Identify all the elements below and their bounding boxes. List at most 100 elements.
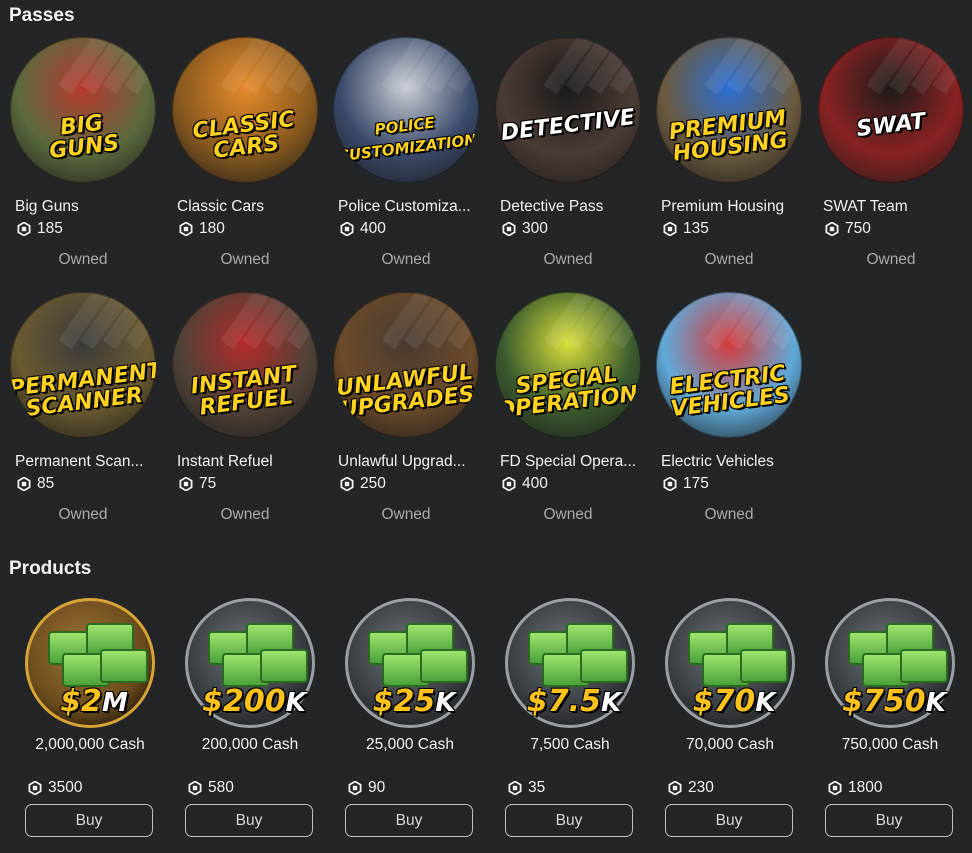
product-amount-graphic: $70K	[669, 684, 799, 719]
pass-name[interactable]: Instant Refuel	[177, 453, 317, 471]
pass-thumbnail[interactable]: SPECIAL OPERATIONS	[495, 292, 641, 438]
cash-stack-icon	[900, 649, 948, 683]
pass-price: 750	[825, 220, 871, 238]
pass-thumbnail[interactable]: CLASSIC CARS	[172, 37, 318, 183]
pass-price-value: 75	[199, 475, 217, 492]
product-amount-graphic: $25K	[349, 684, 479, 719]
product-price: 3500	[28, 779, 82, 797]
product-price: 90	[348, 779, 385, 797]
pass-banner-text: ELECTRIC VEHICLES	[668, 361, 792, 423]
product-amount-unit: K	[600, 688, 622, 718]
pass-name[interactable]: Electric Vehicles	[661, 453, 801, 471]
robux-icon	[502, 477, 516, 491]
owned-status: Owned	[220, 251, 270, 268]
robux-icon	[508, 781, 522, 795]
pass-thumbnail[interactable]: DETECTIVE	[495, 37, 641, 183]
product-name: 70,000 Cash	[686, 736, 774, 753]
buy-button[interactable]: Buy	[825, 804, 953, 837]
pass-thumbnail[interactable]: SWAT	[818, 37, 964, 183]
product-amount-unit: K	[435, 688, 456, 718]
owned-status: Owned	[58, 506, 108, 523]
product-amount-value: $7.5	[526, 684, 601, 719]
pass-thumbnail[interactable]: PREMIUM HOUSING	[656, 37, 802, 183]
robux-icon	[828, 781, 842, 795]
pass-price: 300	[502, 220, 548, 238]
pass-price-value: 85	[37, 475, 55, 492]
pass-thumbnail[interactable]: UNLAWFUL UPGRADES	[333, 292, 479, 438]
product-price: 230	[668, 779, 714, 797]
owned-status: Owned	[220, 506, 270, 523]
product-name: 7,500 Cash	[530, 736, 610, 753]
pass-thumbnail[interactable]: INSTANT REFUEL	[172, 292, 318, 438]
pass-banner-text: INSTANT REFUEL	[189, 361, 298, 421]
buy-button[interactable]: Buy	[665, 804, 793, 837]
pass-name[interactable]: Classic Cars	[177, 198, 317, 216]
owned-status: Owned	[704, 251, 754, 268]
owned-status: Owned	[543, 251, 593, 268]
buy-button[interactable]: Buy	[505, 804, 633, 837]
pass-name[interactable]: Permanent Scan...	[15, 453, 155, 471]
product-price-value: 580	[208, 779, 234, 796]
passes-heading: Passes	[9, 5, 75, 26]
robux-icon	[340, 222, 354, 236]
pass-name[interactable]: Unlawful Upgrad...	[338, 453, 478, 471]
pass-name[interactable]: Police Customiza...	[338, 198, 478, 216]
pass-banner-text: PREMIUM HOUSING	[667, 105, 790, 167]
buy-button[interactable]: Buy	[185, 804, 313, 837]
owned-status: Owned	[704, 506, 754, 523]
products-heading: Products	[9, 558, 92, 579]
pass-price-value: 180	[199, 220, 225, 237]
pass-banner-text: UNLAWFUL UPGRADES	[334, 359, 476, 424]
pass-thumbnail[interactable]: POLICE CUSTOMIZATION	[333, 37, 479, 183]
pass-price: 400	[340, 220, 386, 238]
product-price: 580	[188, 779, 234, 797]
product-amount-unit: K	[925, 688, 946, 718]
pass-thumbnail[interactable]: BIG GUNS	[10, 37, 156, 183]
pass-thumbnail[interactable]: ELECTRIC VEHICLES	[656, 292, 802, 438]
pass-price-value: 185	[37, 220, 63, 237]
product-amount-unit: M	[101, 688, 128, 718]
product-amount-unit: K	[755, 688, 776, 718]
product-amount-unit: K	[285, 688, 306, 718]
owned-status: Owned	[58, 251, 108, 268]
product-amount-value: $25	[372, 684, 436, 719]
pass-name[interactable]: Premium Housing	[661, 198, 801, 216]
pass-banner-text: POLICE CUSTOMIZATION	[336, 113, 478, 166]
robux-icon	[188, 781, 202, 795]
pass-price-value: 135	[683, 220, 709, 237]
product-price-value: 230	[688, 779, 714, 796]
pass-price: 400	[502, 475, 548, 493]
product-price-value: 3500	[48, 779, 83, 796]
product-price: 1800	[828, 779, 882, 797]
pass-price: 250	[340, 475, 386, 493]
pass-name[interactable]: Big Guns	[15, 198, 155, 216]
robux-icon	[179, 222, 193, 236]
product-amount-graphic: $200K	[189, 684, 319, 719]
pass-price: 180	[179, 220, 225, 238]
pass-price-value: 175	[683, 475, 709, 492]
product-amount-value: $2	[60, 684, 102, 719]
buy-button[interactable]: Buy	[25, 804, 153, 837]
pass-name[interactable]: Detective Pass	[500, 198, 640, 216]
pass-name[interactable]: FD Special Opera...	[500, 453, 640, 471]
pass-banner-text: SPECIAL OPERATIONS	[495, 361, 641, 424]
robux-icon	[340, 477, 354, 491]
robux-icon	[825, 222, 839, 236]
product-price-value: 1800	[848, 779, 883, 796]
product-amount-value: $750	[842, 684, 926, 719]
product-name: 25,000 Cash	[366, 736, 454, 753]
buy-button[interactable]: Buy	[345, 804, 473, 837]
product-price-value: 90	[368, 779, 386, 796]
cash-stack-icon	[740, 649, 788, 683]
owned-status: Owned	[866, 251, 916, 268]
pass-price-value: 400	[522, 475, 548, 492]
product-amount-graphic: $7.5K	[509, 684, 639, 719]
product-amount-value: $200	[202, 684, 286, 719]
pass-name[interactable]: SWAT Team	[823, 198, 963, 216]
product-amount-value: $70	[692, 684, 756, 719]
robux-icon	[668, 781, 682, 795]
cash-stack-icon	[260, 649, 308, 683]
pass-thumbnail[interactable]: PERMANENT SCANNER	[10, 292, 156, 438]
product-price: 35	[508, 779, 545, 797]
product-amount-graphic: $2M	[29, 684, 159, 719]
